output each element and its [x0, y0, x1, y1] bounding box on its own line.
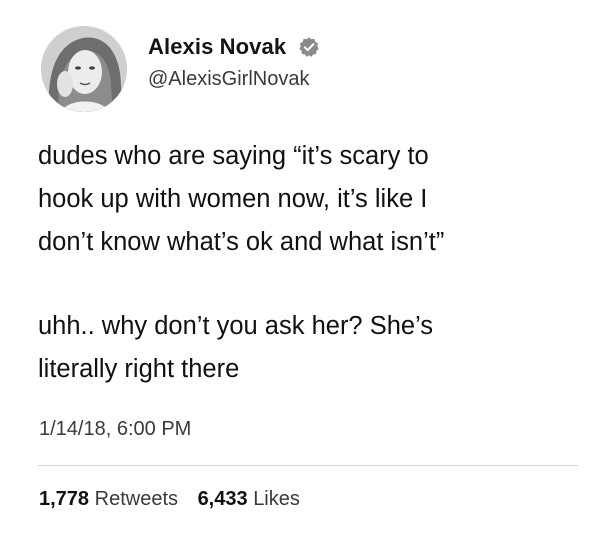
- tweet-text-line: uhh.. why don’t you ask her? She’s: [38, 312, 434, 340]
- tweet-text-line: dudes who are saying “it’s scary to: [38, 142, 429, 170]
- engagement-stats: 1,778 Retweets 6,433 Likes: [39, 488, 314, 511]
- retweets-count: 1,778: [39, 488, 90, 510]
- tweet-text-paragraph: uhh.. why don’t you ask her? She’s liter…: [38, 305, 433, 391]
- likes-label: Likes: [253, 488, 300, 510]
- likes-count: 6,433: [197, 488, 248, 510]
- divider: [38, 465, 578, 466]
- tweet-text-paragraph: dudes who are saying “it’s scary to hook…: [38, 135, 444, 264]
- avatar[interactable]: [41, 26, 127, 112]
- tweet-text-line: don’t know what’s ok and what isn’t”: [38, 228, 445, 256]
- tweet-text-line: hook up with women now, it’s like I: [38, 185, 428, 213]
- avatar-photo-icon: [41, 26, 127, 112]
- author-display-name[interactable]: Alexis Novak: [148, 34, 286, 60]
- retweets-stat[interactable]: 1,778 Retweets: [39, 488, 178, 511]
- verified-badge-icon: [299, 37, 319, 57]
- tweet-timestamp[interactable]: 1/14/18, 6:00 PM: [39, 418, 191, 441]
- tweet-text-line: literally right there: [38, 355, 240, 383]
- retweets-label: Retweets: [94, 488, 178, 510]
- tweet-card: Alexis Novak @AlexisGirlNovak dudes who …: [0, 0, 602, 537]
- likes-stat[interactable]: 6,433 Likes: [198, 488, 300, 511]
- author-handle[interactable]: @AlexisGirlNovak: [148, 68, 309, 91]
